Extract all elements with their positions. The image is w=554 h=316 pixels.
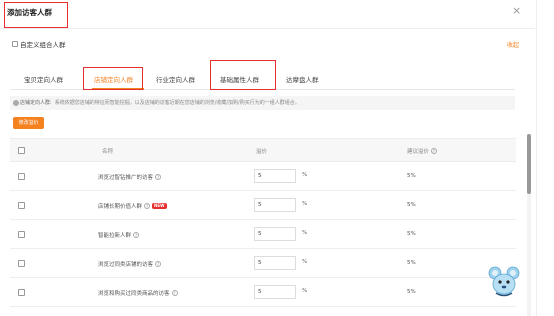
help-icon: ? (144, 203, 151, 209)
percent-unit: % (302, 259, 308, 265)
table-row: 店铺长期价值人群?NEW % 5% (10, 191, 516, 220)
help-icon: ? (155, 261, 162, 267)
info-bar: 店铺定向人群: 系统依据您店铺的特征而智能挖掘，以及店铺的访客近期在您店铺的浏览/… (10, 96, 515, 110)
crowd-name: 店铺长期价值人群? NEW (98, 203, 167, 210)
tab-industry-crowd[interactable]: 行业定向人群 (156, 74, 195, 84)
info-icon (13, 100, 19, 106)
row-checkbox[interactable] (18, 260, 25, 267)
suggested-premium: 5% (407, 173, 416, 179)
table-header: 名称 溢价 建议溢价 ? (10, 138, 516, 162)
suggested-premium: 5% (407, 202, 416, 208)
table-row: 浏览过智钻推广的访客? % 5% (10, 162, 516, 191)
row-checkbox[interactable] (18, 231, 25, 238)
crowd-name: 浏览和购买过同类商品的访客? (98, 290, 178, 297)
crowd-name: 智能拉新人群? (98, 232, 140, 239)
help-icon: ? (133, 232, 140, 238)
help-icon: ? (430, 148, 437, 154)
close-icon[interactable]: × (512, 4, 521, 17)
bulk-premium-button[interactable]: 修改溢价 (13, 117, 44, 129)
tab-item-crowd[interactable]: 宝贝定向人群 (24, 74, 63, 84)
table-row: 浏览和购买过同类商品的访客? % 5% (10, 278, 516, 307)
crowd-name: 浏览过同类店铺的访客? (98, 261, 162, 268)
header-premium: 溢价 (256, 149, 268, 155)
custom-crowd-label: 自定义组合人群 (20, 41, 66, 49)
suggested-premium: 5% (407, 289, 416, 295)
help-icon: ? (171, 290, 178, 296)
premium-input[interactable] (254, 169, 296, 183)
row-checkbox[interactable] (18, 289, 25, 296)
help-icon: ? (155, 174, 162, 180)
crowd-name: 浏览过智钻推广的访客? (98, 174, 162, 181)
basic-tab-highlight (210, 60, 276, 90)
custom-crowd-header: 自定义组合人群 (12, 39, 66, 49)
suggested-premium: 5% (407, 231, 416, 237)
premium-input[interactable] (254, 227, 296, 241)
table-row: 智能拉新人群? % 5% (10, 220, 516, 249)
store-tab-highlight (83, 67, 143, 90)
select-all-checkbox[interactable] (18, 147, 25, 154)
info-label: 店铺定向人群: (20, 100, 52, 106)
table-row: 浏览过同类店铺的访客? % 5% (10, 249, 516, 278)
premium-input[interactable] (254, 285, 296, 299)
page-scrollbar[interactable] (536, 0, 537, 316)
percent-unit: % (302, 201, 308, 207)
header-divider (0, 28, 535, 29)
dialog-title: 添加访客人群 (7, 8, 52, 17)
row-checkbox[interactable] (18, 202, 25, 209)
percent-unit: % (302, 172, 308, 178)
header-name: 名称 (102, 149, 114, 155)
new-badge: NEW (152, 203, 167, 209)
premium-input[interactable] (254, 198, 296, 212)
info-text: 系统依据您店铺的特征而智能挖掘，以及店铺的访客近期在您店铺的浏览/收藏/加购/购… (54, 100, 300, 106)
collapse-link[interactable]: 收起 (507, 40, 519, 49)
suggested-premium: 5% (407, 260, 416, 266)
header-suggested: 建议溢价 ? (407, 148, 437, 155)
row-checkbox[interactable] (18, 173, 25, 180)
percent-unit: % (302, 288, 308, 294)
crowd-table: 名称 溢价 建议溢价 ? 浏览过智钻推广的访客? % 5% 店铺长期价值人群?N… (10, 138, 516, 307)
table-scrollbar-thumb[interactable] (527, 134, 531, 194)
percent-unit: % (302, 230, 308, 236)
tab-dmp-crowd[interactable]: 达摩盘人群 (286, 74, 319, 84)
assistant-mascot-icon[interactable] (488, 265, 520, 297)
premium-input[interactable] (254, 256, 296, 270)
custom-crowd-checkbox[interactable] (12, 41, 18, 47)
